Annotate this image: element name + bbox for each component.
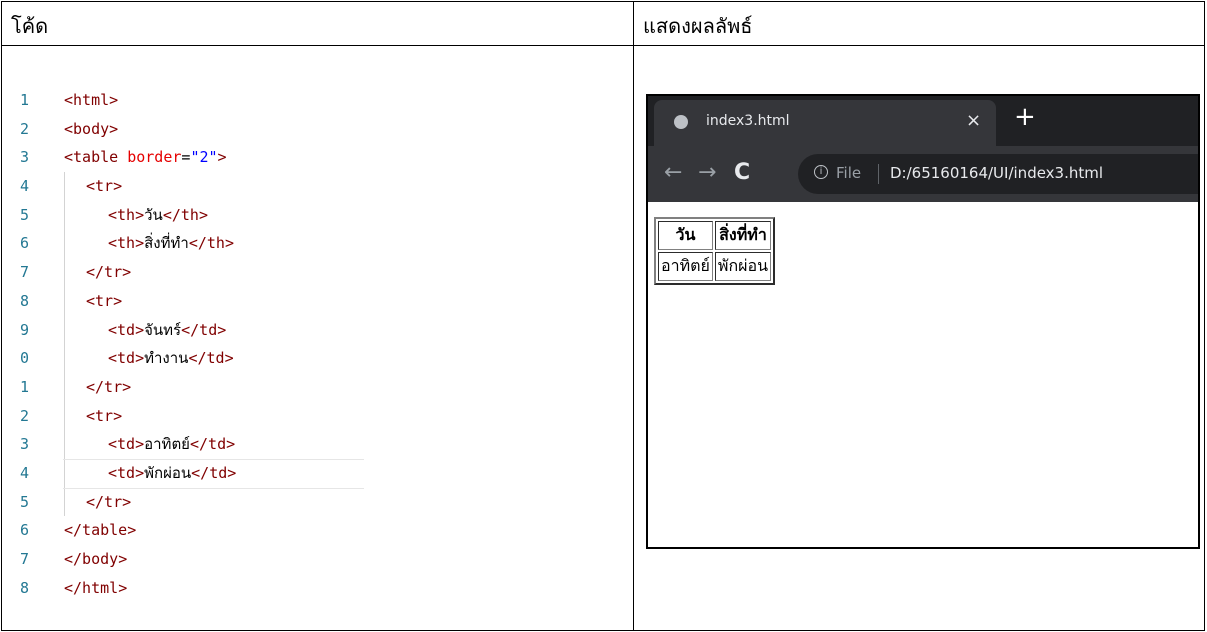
code-line: 1 </tr> bbox=[2, 373, 632, 402]
browser-window: index3.html × + ← → C i File D:/65160164… bbox=[646, 94, 1200, 549]
table-cell-activity: พักผ่อน bbox=[714, 252, 772, 281]
code-line: 8 </html> bbox=[2, 574, 632, 603]
code-line: 7 </body> bbox=[2, 545, 632, 574]
globe-icon bbox=[674, 115, 688, 129]
file-label: File bbox=[836, 164, 862, 182]
code-line: 2 <tr> bbox=[2, 402, 632, 431]
table-row: วัน สิ่งที่ทำ bbox=[658, 221, 772, 250]
url-text[interactable]: D:/65160164/UI/index3.html bbox=[890, 164, 1103, 182]
line-number: 4 bbox=[20, 463, 30, 482]
code-text[interactable]: <table border="2"> bbox=[64, 143, 227, 172]
code-text[interactable]: </tr> bbox=[86, 258, 131, 287]
code-text[interactable]: <tr> bbox=[86, 287, 122, 316]
code-text[interactable]: <tr> bbox=[86, 172, 122, 201]
code-text[interactable]: <th>สิ่งที่ทำ</th> bbox=[108, 229, 234, 258]
info-icon[interactable]: i bbox=[814, 165, 828, 179]
line-number: 8 bbox=[20, 291, 30, 310]
code-text[interactable]: <td>ทำงาน</td> bbox=[108, 344, 234, 373]
code-text[interactable]: <th>วัน</th> bbox=[108, 201, 208, 230]
forward-button[interactable]: → bbox=[698, 160, 716, 185]
code-line: 6 <th>สิ่งที่ทำ</th> bbox=[2, 229, 632, 258]
code-text[interactable]: <td>อาทิตย์</td> bbox=[108, 430, 235, 459]
code-text[interactable]: <td>จันทร์</td> bbox=[108, 316, 226, 345]
code-line: 3 <table border="2"> bbox=[2, 143, 632, 172]
line-number: 6 bbox=[20, 521, 30, 540]
line-number: 2 bbox=[20, 406, 30, 425]
code-text[interactable]: </tr> bbox=[86, 488, 131, 517]
page-viewport: วัน สิ่งที่ทำ อาทิตย์ พักผ่อน bbox=[648, 202, 1198, 547]
code-column-header: โค้ด bbox=[11, 14, 49, 38]
code-line: 4 <tr> bbox=[2, 172, 632, 201]
code-text[interactable]: </html> bbox=[64, 574, 127, 603]
tab-title: index3.html bbox=[706, 113, 790, 129]
code-text[interactable]: </tr> bbox=[86, 373, 131, 402]
tab-bar: index3.html × + bbox=[648, 96, 1198, 146]
header-row: โค้ด แสดงผลลัพธ์ bbox=[2, 2, 1204, 46]
address-divider bbox=[878, 164, 879, 184]
line-number: 5 bbox=[20, 492, 30, 511]
address-bar[interactable]: i File D:/65160164/UI/index3.html bbox=[798, 154, 1198, 194]
code-line: 3 <td>อาทิตย์</td> bbox=[2, 430, 632, 459]
code-line: 5 </tr> bbox=[2, 488, 632, 517]
code-text[interactable]: <tr> bbox=[86, 402, 122, 431]
code-line: 2 <body> bbox=[2, 115, 632, 144]
result-column-header: แสดงผลลัพธ์ bbox=[643, 14, 753, 38]
reload-button[interactable]: C bbox=[734, 160, 750, 185]
rendered-table: วัน สิ่งที่ทำ อาทิตย์ พักผ่อน bbox=[654, 217, 776, 285]
line-number: 2 bbox=[20, 119, 30, 138]
code-line: 9 <td>จันทร์</td> bbox=[2, 316, 632, 345]
code-line: 5 <th>วัน</th> bbox=[2, 201, 632, 230]
line-number: 8 bbox=[20, 578, 30, 597]
browser-tab[interactable]: index3.html × bbox=[654, 100, 996, 146]
code-line: 0 <td>ทำงาน</td> bbox=[2, 344, 632, 373]
line-number: 4 bbox=[20, 177, 30, 196]
line-number: 1 bbox=[20, 91, 30, 109]
code-text[interactable]: </body> bbox=[64, 545, 127, 574]
code-line: 8 <tr> bbox=[2, 287, 632, 316]
line-number: 3 bbox=[20, 148, 30, 167]
code-line: 4 <td>พักผ่อน</td> bbox=[2, 458, 632, 489]
line-number: 3 bbox=[20, 435, 30, 454]
document-table: โค้ด แสดงผลลัพธ์ 1 <html> 2 <body> 3 <table b… bbox=[1, 1, 1205, 631]
code-text[interactable]: <html> bbox=[64, 86, 118, 115]
line-number: 9 bbox=[20, 320, 30, 339]
line-number: 5 bbox=[20, 205, 30, 224]
back-button[interactable]: ← bbox=[664, 160, 682, 185]
line-number: 7 bbox=[20, 550, 30, 568]
code-line: 1 <html> bbox=[2, 86, 632, 115]
table-row: อาทิตย์ พักผ่อน bbox=[658, 252, 772, 281]
new-tab-button[interactable]: + bbox=[1014, 102, 1036, 132]
table-header-activity: สิ่งที่ทำ bbox=[714, 221, 772, 250]
code-line: 7 </tr> bbox=[2, 258, 632, 287]
close-icon[interactable]: × bbox=[966, 110, 981, 131]
code-line: 6 </table> bbox=[2, 516, 632, 545]
code-text[interactable]: <td>พักผ่อน</td> bbox=[108, 459, 236, 488]
column-divider bbox=[633, 2, 634, 630]
table-header-day: วัน bbox=[658, 221, 713, 250]
table-cell-day: อาทิตย์ bbox=[658, 252, 713, 281]
line-number: 1 bbox=[20, 377, 30, 396]
line-number: 7 bbox=[20, 263, 30, 282]
code-editor: 1 <html> 2 <body> 3 <table border="2"> 4 <tr> 5 <… bbox=[2, 86, 632, 602]
code-text[interactable]: </table> bbox=[64, 516, 136, 545]
line-number: 0 bbox=[20, 349, 30, 368]
toolbar: ← → C i File D:/65160164/UI/index3.html bbox=[648, 146, 1198, 202]
code-text[interactable]: <body> bbox=[64, 115, 118, 144]
line-number: 6 bbox=[20, 234, 30, 253]
